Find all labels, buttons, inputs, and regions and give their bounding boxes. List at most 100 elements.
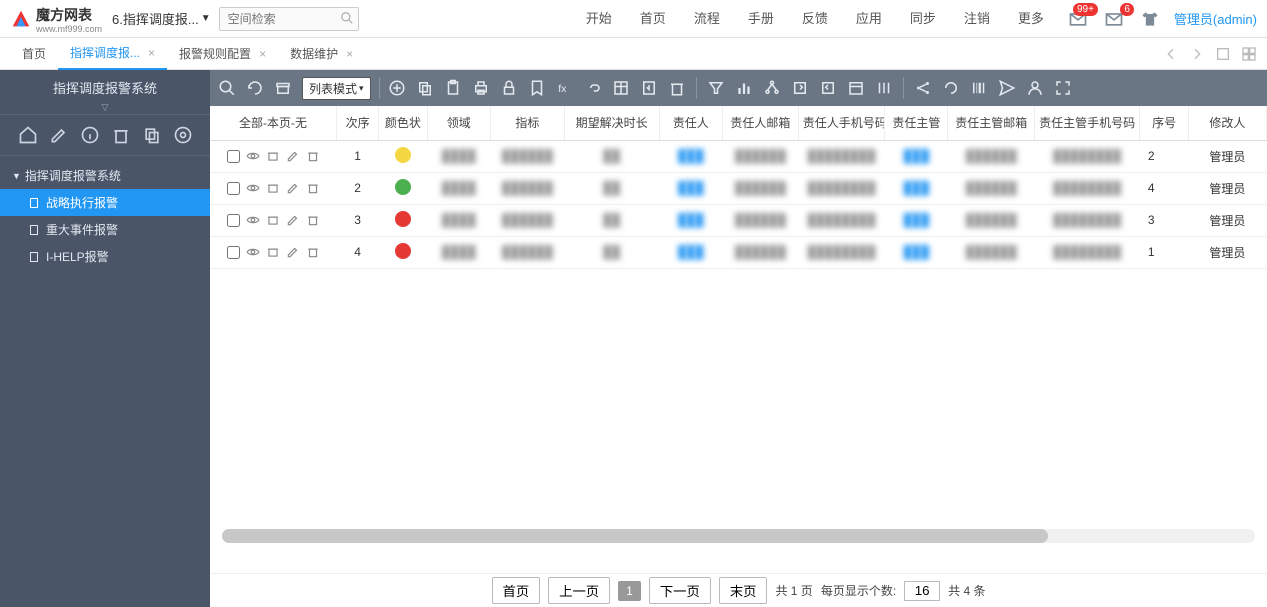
delete-icon[interactable] [306, 149, 320, 163]
pager-prev[interactable]: 上一页 [548, 577, 610, 604]
tab-dispatch[interactable]: 指挥调度报...× [58, 38, 167, 70]
edit-icon[interactable] [286, 245, 300, 259]
col-mgr[interactable]: 责任主管 [885, 106, 948, 140]
add-icon[interactable] [388, 79, 406, 97]
tab-next-icon[interactable] [1189, 46, 1205, 62]
close-icon[interactable]: × [148, 46, 155, 60]
nav-start[interactable]: 开始 [572, 0, 626, 38]
delete-icon[interactable] [306, 181, 320, 195]
eye-icon[interactable] [246, 245, 260, 259]
tab-alarm-rule[interactable]: 报警规则配置× [167, 38, 278, 70]
col-seq[interactable]: 序号 [1140, 106, 1189, 140]
table-icon[interactable] [612, 79, 630, 97]
col-owner-email[interactable]: 责任人邮箱 [722, 106, 798, 140]
nav-manual[interactable]: 手册 [734, 0, 788, 38]
nav-flow[interactable]: 流程 [680, 0, 734, 38]
col-owner[interactable]: 责任人 [659, 106, 722, 140]
horizontal-scrollbar[interactable] [222, 529, 1255, 543]
sidebar-item-major-event[interactable]: 重大事件报警 [0, 216, 210, 243]
view-mode-selector[interactable]: 列表模式▾ [302, 77, 371, 100]
row-checkbox[interactable] [227, 182, 240, 195]
col-metric[interactable]: 指标 [490, 106, 564, 140]
tree-icon[interactable] [763, 79, 781, 97]
search-icon[interactable] [218, 79, 236, 97]
nav-feedback[interactable]: 反馈 [788, 0, 842, 38]
nav-sync[interactable]: 同步 [896, 0, 950, 38]
tab-tiles-icon[interactable] [1241, 46, 1257, 62]
logo[interactable]: 魔方网表 www.mf999.com [10, 5, 102, 33]
link-icon[interactable] [584, 79, 602, 97]
delete-icon[interactable] [306, 245, 320, 259]
breadcrumb[interactable]: 6.指挥调度报... ▼ [112, 9, 211, 28]
col-mod[interactable]: 修改人 [1188, 106, 1266, 140]
col-mgr-phone[interactable]: 责任主管手机号码 [1034, 106, 1139, 140]
tab-data-maint[interactable]: 数据维护× [278, 38, 365, 70]
col-duration[interactable]: 期望解决时长 [564, 106, 659, 140]
fullscreen-icon[interactable] [1054, 79, 1072, 97]
calendar-icon[interactable] [847, 79, 865, 97]
tab-home[interactable]: 首页 [10, 38, 58, 70]
copy-icon[interactable] [416, 79, 434, 97]
copy-icon[interactable] [142, 125, 162, 145]
delete-icon[interactable] [306, 213, 320, 227]
tree-root[interactable]: ▼指挥调度报警系统 [0, 162, 210, 189]
search-input[interactable] [219, 7, 359, 31]
lock-icon[interactable] [500, 79, 518, 97]
settings-icon[interactable] [173, 125, 193, 145]
sidebar-collapse-icon[interactable]: ▽ [0, 103, 210, 115]
tab-prev-icon[interactable] [1163, 46, 1179, 62]
home-icon[interactable] [18, 125, 38, 145]
row-checkbox[interactable] [227, 214, 240, 227]
pager-last[interactable]: 末页 [719, 577, 768, 604]
col-color[interactable]: 颜色状 [379, 106, 428, 140]
chart-icon[interactable] [735, 79, 753, 97]
pager-next[interactable]: 下一页 [649, 577, 711, 604]
table-row[interactable]: 1███████████████████████████████████████… [210, 140, 1267, 172]
mail-icon[interactable]: 99+ [1068, 9, 1088, 29]
edit-icon[interactable] [286, 149, 300, 163]
bookmark-icon[interactable] [528, 79, 546, 97]
search-icon[interactable] [340, 11, 354, 25]
tab-grid-icon[interactable] [1215, 46, 1231, 62]
sidebar-item-ihelp[interactable]: I-HELP报警 [0, 243, 210, 270]
pager-first[interactable]: 首页 [492, 577, 541, 604]
import-icon[interactable] [640, 79, 658, 97]
table-row[interactable]: 2███████████████████████████████████████… [210, 172, 1267, 204]
envelope-icon[interactable]: 6 [1104, 9, 1124, 29]
info-icon[interactable] [80, 125, 100, 145]
edit-icon[interactable] [286, 181, 300, 195]
user-link[interactable]: 管理员(admin) [1174, 9, 1257, 28]
archive-icon[interactable] [266, 149, 280, 163]
rotate-icon[interactable] [942, 79, 960, 97]
row-checkbox[interactable] [227, 246, 240, 259]
col-select-all[interactable]: 全部-本页-无 [210, 106, 337, 140]
shirt-icon[interactable] [1140, 9, 1160, 29]
edit-icon[interactable] [49, 125, 69, 145]
trash-icon[interactable] [668, 79, 686, 97]
edit-icon[interactable] [286, 213, 300, 227]
print-icon[interactable] [472, 79, 490, 97]
col-domain[interactable]: 领域 [427, 106, 490, 140]
nav-app[interactable]: 应用 [842, 0, 896, 38]
archive-icon[interactable] [266, 181, 280, 195]
user-icon[interactable] [1026, 79, 1044, 97]
eye-icon[interactable] [246, 213, 260, 227]
nav-more[interactable]: 更多 [1004, 0, 1058, 38]
row-checkbox[interactable] [227, 150, 240, 163]
send-icon[interactable] [998, 79, 1016, 97]
eye-icon[interactable] [246, 181, 260, 195]
nav-logout[interactable]: 注销 [950, 0, 1004, 38]
refresh-icon[interactable] [246, 79, 264, 97]
table-row[interactable]: 3███████████████████████████████████████… [210, 204, 1267, 236]
col-owner-phone[interactable]: 责任人手机号码 [798, 106, 884, 140]
nav-home[interactable]: 首页 [626, 0, 680, 38]
share-icon[interactable] [914, 79, 932, 97]
col-order[interactable]: 次序 [337, 106, 379, 140]
table-row[interactable]: 4███████████████████████████████████████… [210, 236, 1267, 268]
filter-icon[interactable] [707, 79, 725, 97]
import2-icon[interactable] [819, 79, 837, 97]
archive-icon[interactable] [274, 79, 292, 97]
close-icon[interactable]: × [346, 47, 353, 61]
barcode-icon[interactable] [970, 79, 988, 97]
columns-icon[interactable] [875, 79, 893, 97]
